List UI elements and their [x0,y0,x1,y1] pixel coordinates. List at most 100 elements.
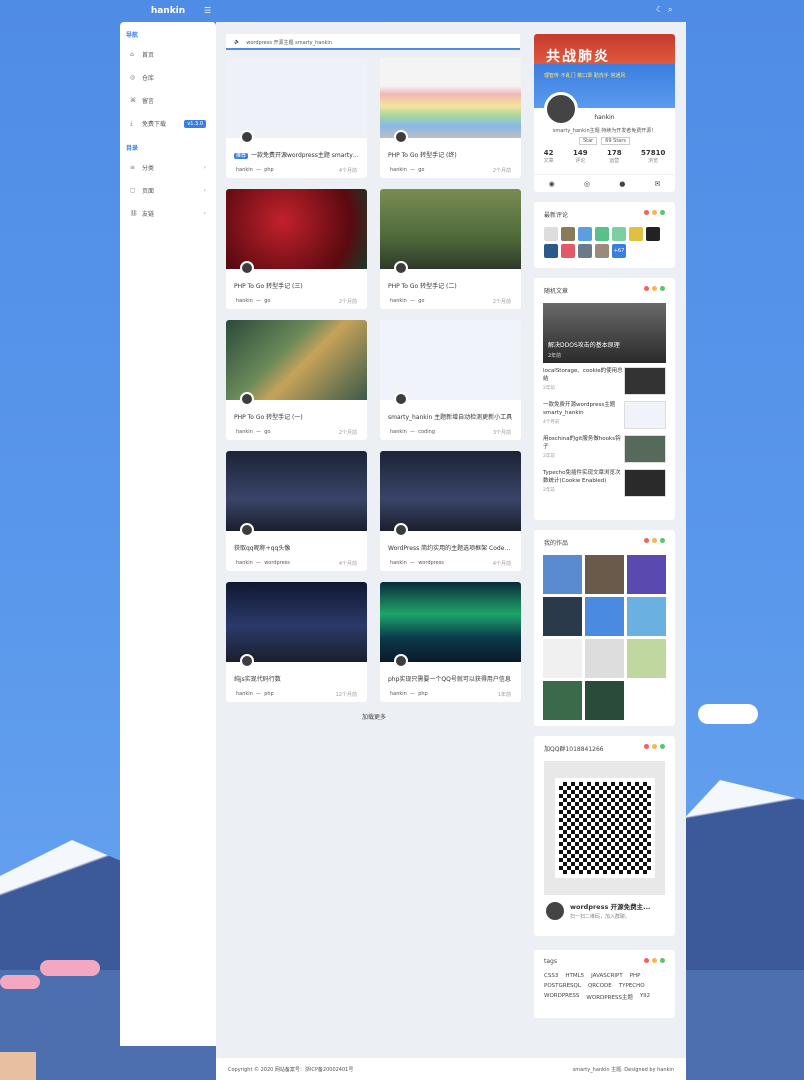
random-post-thumb[interactable] [624,469,666,497]
random-post-thumb[interactable] [624,401,666,429]
post-thumbnail[interactable] [226,320,367,406]
commenter-avatar[interactable] [578,244,592,258]
wechat-icon[interactable]: ◉ [549,180,555,188]
tag-chip[interactable]: WORDPRESS主题 [586,993,632,1001]
notice-bar[interactable]: 🔈 wordpress 开源主题 smarty_hankin [226,34,520,50]
random-post-item[interactable]: 一款免费开源wordpress主题 smarty_hankin 4个月前 [534,397,675,431]
tag-chip[interactable]: JAVASCRIPT [591,973,623,979]
post-author[interactable]: hankin [390,298,407,304]
post-card[interactable]: WordPress 简约实用的主题选项框架 Codesta hankin — w… [380,451,521,571]
commenter-avatar[interactable] [595,227,609,241]
author-avatar[interactable] [240,654,254,668]
post-thumbnail[interactable] [226,582,367,668]
site-brand[interactable]: hankin [120,6,216,16]
post-thumbnail[interactable] [380,189,521,275]
post-card[interactable]: smarty_hankin 主题新增自动检测更新小工具 hankin — cod… [380,320,521,440]
tag-chip[interactable]: PHP [630,973,641,979]
sidebar-item-1[interactable]: ◎ 仓库 [120,66,216,89]
post-thumbnail[interactable] [226,58,367,144]
work-thumbnail[interactable] [543,639,582,678]
post-author[interactable]: hankin [236,691,253,697]
post-author[interactable]: hankin [390,167,407,173]
tag-chip[interactable]: YII2 [640,993,650,1001]
author-avatar[interactable] [394,654,408,668]
post-thumbnail[interactable] [226,451,367,537]
post-card[interactable]: 获取qq昵称+qq头像 hankin — wordpress 4个月前 [226,451,367,571]
post-thumbnail[interactable] [380,320,521,406]
post-thumbnail[interactable] [380,58,521,144]
weibo-icon[interactable]: ◎ [584,180,590,188]
author-avatar[interactable] [240,261,254,275]
load-more-button[interactable]: 加载更多 [362,712,386,721]
tag-chip[interactable]: TYPECHO [619,983,645,989]
menu-icon[interactable]: ☰ [204,6,211,15]
sidebar-cat-1[interactable]: ▢ 页面 › [120,179,216,202]
post-card[interactable]: PHP To Go 转型手记 (二) hankin — go 2个月前 [380,189,521,309]
post-author[interactable]: hankin [236,429,253,435]
post-category[interactable]: coding [418,429,435,435]
post-card[interactable]: 推荐 一款免费开源wordpress主题 smarty_han hankin — … [226,58,367,178]
commenter-avatar[interactable] [544,244,558,258]
work-thumbnail[interactable] [543,597,582,636]
commenter-avatar[interactable] [646,227,660,241]
post-card[interactable]: PHP To Go 转型手记 (三) hankin — go 2个月前 [226,189,367,309]
tag-chip[interactable]: QRCODE [588,983,612,989]
sidebar-item-3[interactable]: ⤓ 免费下载 v1.3.0 [120,112,216,135]
music-player-thumb[interactable] [0,1052,36,1080]
post-category[interactable]: php [264,691,274,697]
avatar[interactable] [544,92,578,126]
work-thumbnail[interactable] [585,681,624,720]
post-category[interactable]: go [264,429,270,435]
post-thumbnail[interactable] [380,451,521,537]
work-thumbnail[interactable] [627,597,666,636]
work-thumbnail[interactable] [585,597,624,636]
post-card[interactable]: PHP To Go 转型手记 (终) hankin — go 2个月前 [380,58,521,178]
post-category[interactable]: go [418,167,424,173]
work-thumbnail[interactable] [627,639,666,678]
author-avatar[interactable] [240,523,254,537]
author-avatar[interactable] [394,261,408,275]
post-thumbnail[interactable] [380,582,521,668]
post-author[interactable]: hankin [236,560,253,566]
mail-icon[interactable]: ✉ [654,180,660,188]
random-feature-image[interactable]: 解决DDOS攻击的基本原理 2年前 [543,303,666,363]
author-avatar[interactable] [394,392,408,406]
more-commenters-badge[interactable]: +67 [612,244,626,258]
post-author[interactable]: hankin [390,560,407,566]
sidebar-cat-2[interactable]: ⛓ 友链 › [120,202,216,225]
random-post-thumb[interactable] [624,435,666,463]
post-category[interactable]: go [264,298,270,304]
work-thumbnail[interactable] [585,639,624,678]
author-avatar[interactable] [394,523,408,537]
author-avatar[interactable] [240,130,254,144]
commenter-avatar[interactable] [561,227,575,241]
work-thumbnail[interactable] [585,555,624,594]
post-author[interactable]: hankin [390,429,407,435]
author-avatar[interactable] [394,130,408,144]
commenter-avatar[interactable] [595,244,609,258]
author-avatar[interactable] [240,392,254,406]
tag-chip[interactable]: WORDPRESS [544,993,579,1001]
github-stars-count[interactable]: 69 Stars [601,137,631,145]
github-star-button[interactable]: Star [578,137,598,145]
commenter-avatar[interactable] [578,227,592,241]
tag-chip[interactable]: CSS3 [544,973,558,979]
random-post-item[interactable]: 用oschina的git服务做hooks钩子 2年前 [534,431,675,465]
random-post-item[interactable]: localStorage、cookie的使用总结 2年前 [534,363,675,397]
qq-icon[interactable]: ● [619,180,625,188]
post-category[interactable]: wordpress [264,560,290,566]
commenter-avatar[interactable] [612,227,626,241]
commenter-avatar[interactable] [561,244,575,258]
post-category[interactable]: wordpress [418,560,444,566]
sidebar-cat-0[interactable]: ≡ 分类 › [120,156,216,179]
post-category[interactable]: php [418,691,428,697]
work-thumbnail[interactable] [543,555,582,594]
post-author[interactable]: hankin [236,298,253,304]
post-card[interactable]: PHP To Go 转型手记 (一) hankin — go 2个月前 [226,320,367,440]
moon-icon[interactable]: ☾ [656,5,663,14]
post-thumbnail[interactable] [226,189,367,275]
post-card[interactable]: 纯js实现代码行数 hankin — php 12个月前 [226,582,367,702]
tag-chip[interactable]: HTML5 [565,973,584,979]
post-category[interactable]: php [264,167,274,173]
random-post-thumb[interactable] [624,367,666,395]
